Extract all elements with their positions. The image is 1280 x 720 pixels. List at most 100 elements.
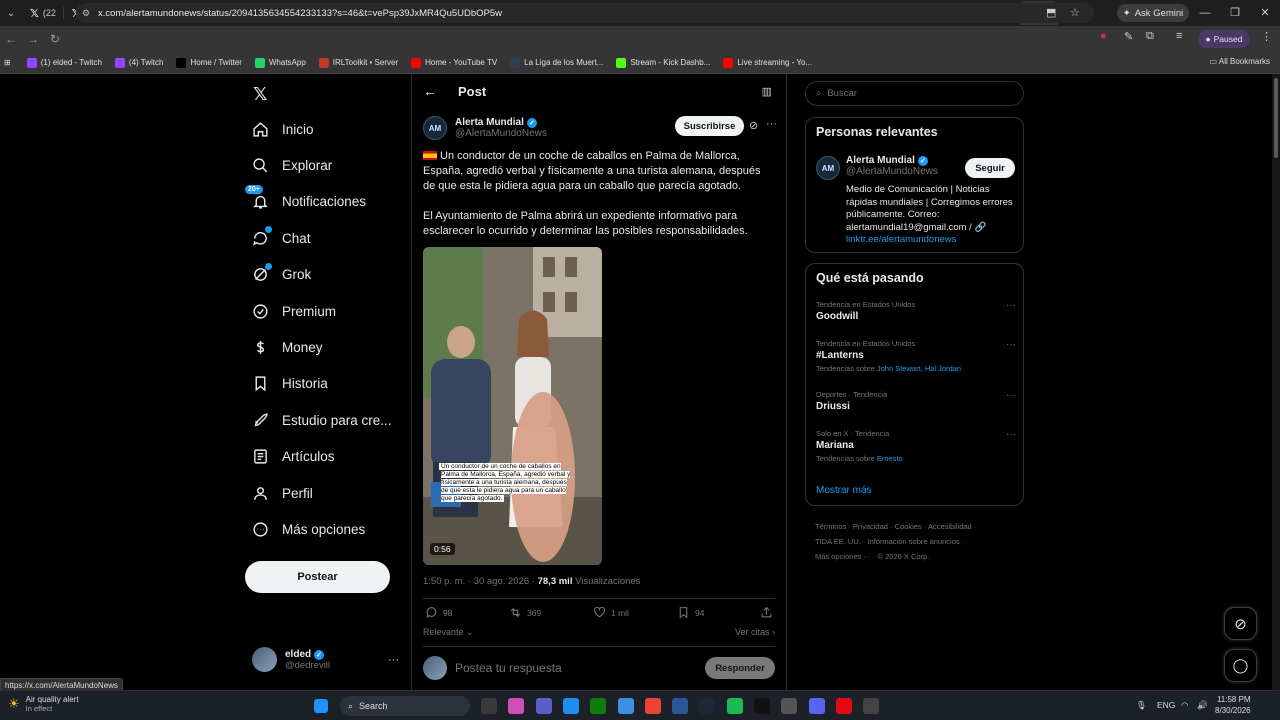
forward-button[interactable]: → [22,32,44,46]
nav-item-estudio-para-cre[interactable]: Estudio para cre... [251,411,392,429]
bio-link[interactable]: linktr.ee/alertamundonews [846,234,956,245]
wifi-icon[interactable]: ◠ [1181,700,1188,711]
video-player[interactable]: Un conductor de un coche de caballos en … [423,247,602,565]
nav-item-premium[interactable]: Premium [251,302,336,320]
grok-icon[interactable]: ⊘ [749,119,758,132]
nav-item-artículos[interactable]: Artículos [251,448,335,466]
browser-tab[interactable]: 𝕏(22 [22,1,64,25]
trend-related-links[interactable]: John Stewart, Hal Jordan [877,364,961,373]
footer-line[interactable]: Más opciones ··· · © 2026 X Corp. [815,549,1015,564]
language-indicator[interactable]: ENG [1157,700,1175,710]
nav-item-perfil[interactable]: Perfil [251,484,313,502]
back-arrow-icon[interactable]: ← [423,83,437,99]
more-icon[interactable]: ··· [1006,300,1016,311]
messages-fab[interactable]: ◯ [1224,649,1257,682]
more-icon[interactable]: ··· [1006,429,1016,440]
post-time[interactable]: 1:50 p. m. · 30 ago. 2026 · [423,576,538,587]
reply-button[interactable]: 98 [425,606,452,619]
footer-line[interactable]: Términos · Privacidad · Cookies · Accesi… [815,519,1015,534]
trend-item[interactable]: Solo en X · Tendencia Mariana Tendencias s… [816,429,1016,463]
store-icon[interactable] [617,698,634,714]
reload-button[interactable]: ↻ [44,32,66,46]
app-icon[interactable] [863,698,880,714]
maximize-button[interactable]: ❐ [1220,0,1250,26]
bookmark-item[interactable]: WhatsApp [254,57,306,68]
extensions-puzzle-icon[interactable]: ⧉ [1146,30,1154,43]
subscribe-button[interactable]: Suscribirse [675,116,744,136]
nav-item-más-opciones[interactable]: Más opciones [251,520,365,538]
steam-icon[interactable] [699,698,716,714]
calendar-icon[interactable] [781,698,798,714]
xbox-icon[interactable] [590,698,607,714]
ask-gemini-button[interactable]: ✦ Ask Gemini [1117,4,1189,22]
start-icon[interactable] [314,699,328,713]
author-avatar[interactable]: AM [816,156,840,180]
nav-item-chat[interactable]: Chat [251,226,311,247]
minimize-button[interactable]: — [1190,0,1220,26]
more-icon[interactable]: ··· [766,118,777,130]
media-icon[interactable]: ≡ [1176,30,1182,42]
search-input[interactable]: ⌕ Buscar [805,81,1024,106]
trend-item[interactable]: Deportes · Tendencia Driussi ··· [816,390,1016,412]
back-button[interactable]: ← [0,32,22,46]
reply-input[interactable]: Postea tu respuesta [455,661,562,675]
nav-item-explorar[interactable]: Explorar [251,156,332,174]
sort-dropdown[interactable]: Relevante ⌄ [423,627,474,637]
trend-item[interactable]: Tendencia en Estados Unidos #Lanterns Tend… [816,339,1016,373]
grok-fab[interactable]: ⊘ [1224,607,1257,640]
like-button[interactable]: 1 mil [593,606,629,619]
app-icon[interactable] [835,698,852,714]
reply-button-submit[interactable]: Responder [705,657,775,679]
nav-item-historia[interactable]: Historia [251,375,328,393]
reader-mode-icon[interactable]: ▥ [762,85,772,98]
chrome-menu-icon[interactable]: ⋮ [1261,30,1272,43]
show-more-link[interactable]: Mostrar más [816,485,872,496]
footer-line[interactable]: TIDA EE. UU. · Información sobre anuncio… [815,534,1015,549]
vscode-icon[interactable] [672,698,689,714]
spotify-icon[interactable] [726,698,743,714]
apps-icon[interactable]: ⊞ [4,58,11,67]
all-bookmarks[interactable]: ▭ All Bookmarks [1210,57,1270,66]
nav-item-inicio[interactable]: Inicio [251,120,314,138]
more-icon[interactable]: ··· [1006,339,1016,350]
nav-item-notificaciones[interactable]: 20+ Notificaciones [245,184,366,211]
system-clock[interactable]: 11:58 PM 8/30/2026 [1215,694,1251,716]
tab-search-button[interactable]: ⌄ [0,0,22,26]
extension-icon[interactable]: ✎ [1124,30,1133,43]
account-switcher[interactable]: elded ✓ @dedrevill [252,647,330,672]
chrome-icon[interactable] [644,698,661,714]
more-icon[interactable]: ··· [1006,390,1016,401]
address-bar[interactable]: ⚙ x.com/alertamundonews/status/209413563… [76,3,1094,23]
site-info-icon[interactable]: ⚙ [82,8,90,19]
star-icon[interactable]: ☆ [1070,6,1080,19]
bookmark-item[interactable]: (1) elded - Twitch [26,57,102,68]
notion-icon[interactable] [754,698,770,714]
relevant-user[interactable]: Alerta Mundial ✓ @AlertaMundoNews [846,155,938,177]
nav-item-grok[interactable]: Grok [251,262,311,284]
profile-button[interactable]: ● Paused [1198,30,1250,48]
nav-item-money[interactable]: Money [251,338,323,356]
more-icon[interactable]: ··· [388,654,399,666]
bookmark-item[interactable]: Home - YouTube TV [411,57,497,68]
volume-icon[interactable]: 🔊 [1197,700,1208,711]
scrollbar[interactable] [1272,74,1280,692]
edge-icon[interactable] [562,698,579,714]
view-quotes-link[interactable]: Ver citas › [735,627,775,637]
post-author[interactable]: AM Alerta Mundial ✓ @AlertaMundoNews [423,116,547,140]
close-window-button[interactable]: ✕ [1250,0,1280,26]
scrollbar-thumb[interactable] [1274,78,1278,158]
bookmark-item[interactable]: Stream - Kick Dashb... [616,57,710,68]
author-avatar[interactable]: AM [423,116,447,140]
follow-button[interactable]: Seguir [965,158,1015,178]
trend-item[interactable]: Tendencia en Estados Unidos Goodwill ··· [816,300,1016,322]
teams-icon[interactable] [535,698,552,714]
repost-button[interactable]: 369 [509,606,541,619]
post-button[interactable]: Postear [245,561,390,593]
bookmark-item[interactable]: La Liga de los Muert... [510,57,603,68]
microphone-icon[interactable]: 🎙 [1136,700,1147,711]
extension-icon[interactable]: ● [1100,30,1107,42]
bookmark-item[interactable]: (4) Twitch [114,57,163,68]
bookmark-item[interactable]: Live streaming - Yo... [723,57,812,68]
discord-icon[interactable] [808,698,825,714]
taskbar-search[interactable]: ⌕ Search [340,696,470,716]
